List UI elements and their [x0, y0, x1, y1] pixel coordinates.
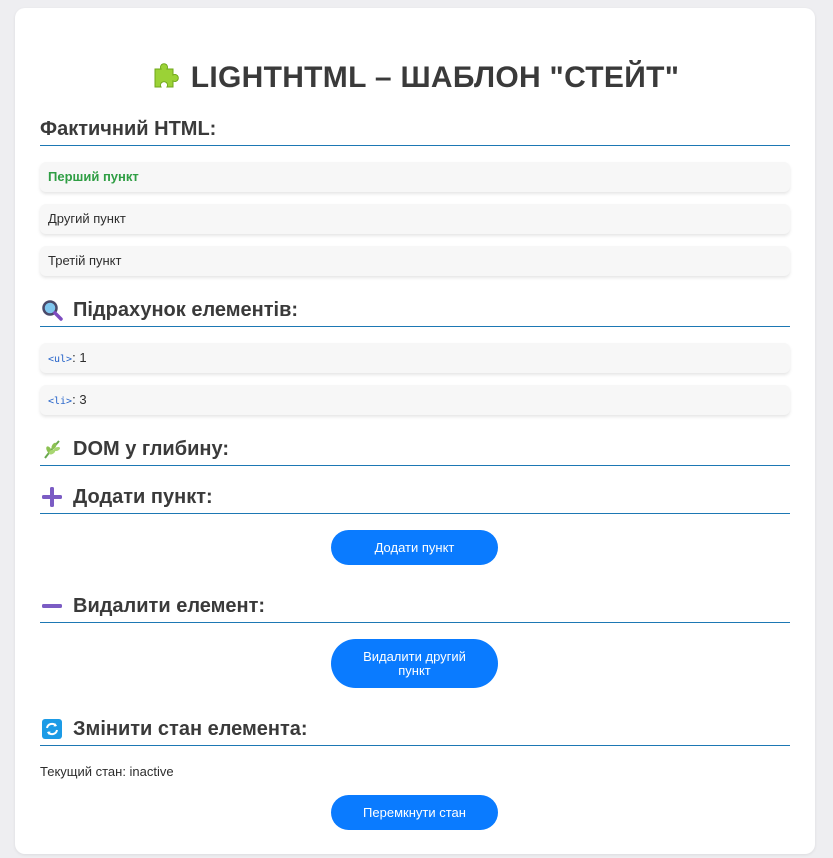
- section-heading: Змінити стан елемента:: [73, 717, 308, 740]
- section-heading: Фактичний HTML:: [40, 118, 217, 140]
- section-toggle: Змінити стан елемента:: [40, 717, 790, 746]
- current-state-text: Текущий стан: inactive: [40, 764, 174, 779]
- toggle-state-button[interactable]: Перемкнути стан: [331, 795, 498, 830]
- list-item: Перший пункт: [40, 162, 790, 192]
- plus-icon: [40, 485, 64, 509]
- section-remove: Видалити елемент:: [40, 594, 790, 623]
- section-count: Підрахунок елементів:: [40, 298, 790, 327]
- list-item: Другий пункт: [40, 204, 790, 234]
- section-actual-html: Фактичний HTML:: [40, 118, 790, 146]
- main-card: LIGHTHTML – ШАБЛОН "СТЕЙТ" Фактичний HTM…: [15, 8, 815, 854]
- refresh-icon: [40, 717, 64, 741]
- tag-code: <li>: [48, 396, 73, 407]
- count-row-ul: <ul>: 1: [40, 343, 790, 373]
- list-item: Третій пункт: [40, 246, 790, 276]
- section-heading: DOM у глибину:: [73, 437, 229, 460]
- page-title: LIGHTHTML – ШАБЛОН "СТЕЙТ": [40, 60, 790, 98]
- count-value: : 3: [72, 392, 87, 407]
- tag-code: <ul>: [48, 354, 73, 365]
- section-dom: DOM у глибину:: [40, 437, 790, 466]
- remove-second-item-button[interactable]: Видалити другий пункт: [331, 639, 498, 688]
- section-add: Додати пункт:: [40, 485, 790, 514]
- section-heading: Видалити елемент:: [73, 594, 266, 617]
- magnifier-icon: [40, 298, 64, 322]
- section-heading: Додати пункт:: [73, 485, 213, 508]
- count-value: : 1: [72, 350, 87, 365]
- herb-icon: [40, 437, 64, 461]
- add-item-button[interactable]: Додати пункт: [331, 530, 498, 565]
- puzzle-icon: [151, 60, 181, 98]
- count-row-li: <li>: 3: [40, 385, 790, 415]
- page-title-text: LIGHTHTML – ШАБЛОН "СТЕЙТ": [190, 61, 680, 94]
- minus-icon: [40, 594, 64, 618]
- section-heading: Підрахунок елементів:: [73, 298, 299, 321]
